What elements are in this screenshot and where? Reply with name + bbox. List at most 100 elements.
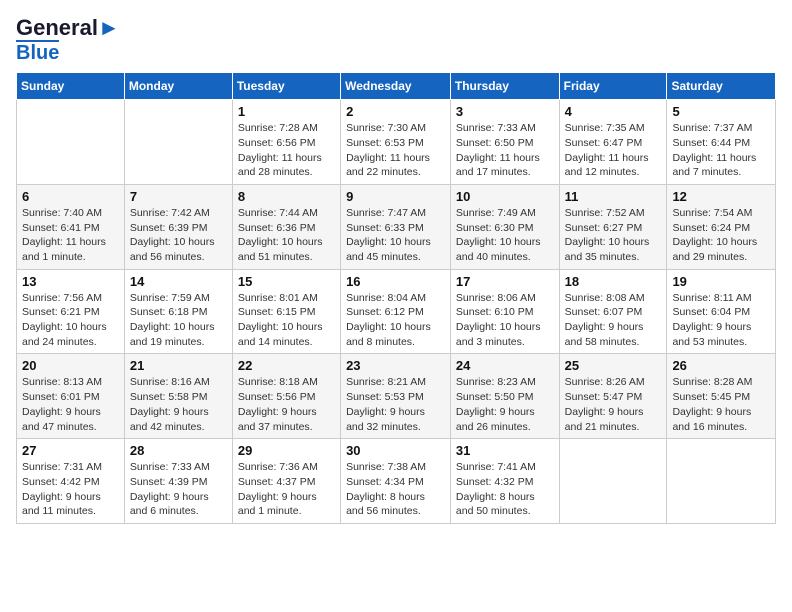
calendar-cell: 8 Sunrise: 7:44 AMSunset: 6:36 PMDaylight… — [232, 184, 340, 269]
day-info: Sunrise: 7:33 AMSunset: 6:50 PMDaylight:… — [456, 121, 554, 180]
day-info: Sunrise: 8:13 AMSunset: 6:01 PMDaylight:… — [22, 375, 119, 434]
day-number: 20 — [22, 358, 119, 373]
day-info: Sunrise: 7:36 AMSunset: 4:37 PMDaylight:… — [238, 460, 335, 519]
calendar-cell: 28 Sunrise: 7:33 AMSunset: 4:39 PMDayligh… — [124, 439, 232, 524]
calendar-cell: 30 Sunrise: 7:38 AMSunset: 4:34 PMDayligh… — [341, 439, 451, 524]
day-of-week-header: Sunday — [17, 73, 125, 100]
day-number: 11 — [565, 189, 662, 204]
day-info: Sunrise: 7:35 AMSunset: 6:47 PMDaylight:… — [565, 121, 662, 180]
day-number: 3 — [456, 104, 554, 119]
calendar-cell: 13 Sunrise: 7:56 AMSunset: 6:21 PMDayligh… — [17, 269, 125, 354]
calendar-cell: 9Sunrise: 7:47 AMSunset: 6:33 PMDaylight… — [341, 184, 451, 269]
calendar-cell: 24 Sunrise: 8:23 AMSunset: 5:50 PMDayligh… — [450, 354, 559, 439]
calendar-cell: 5 Sunrise: 7:37 AMSunset: 6:44 PMDaylight… — [667, 100, 776, 185]
calendar-cell: 15Sunrise: 8:01 AMSunset: 6:15 PMDayligh… — [232, 269, 340, 354]
day-number: 26 — [672, 358, 770, 373]
day-info: Sunrise: 7:59 AMSunset: 6:18 PMDaylight:… — [130, 291, 227, 350]
calendar-cell: 1 Sunrise: 7:28 AMSunset: 6:56 PMDaylight… — [232, 100, 340, 185]
day-number: 22 — [238, 358, 335, 373]
logo: General► Blue — [16, 16, 120, 64]
day-info: Sunrise: 7:28 AMSunset: 6:56 PMDaylight:… — [238, 121, 335, 180]
calendar-cell: 23 Sunrise: 8:21 AMSunset: 5:53 PMDayligh… — [341, 354, 451, 439]
day-info: Sunrise: 8:08 AMSunset: 6:07 PMDaylight:… — [565, 291, 662, 350]
day-number: 1 — [238, 104, 335, 119]
calendar-cell: 26 Sunrise: 8:28 AMSunset: 5:45 PMDayligh… — [667, 354, 776, 439]
day-number: 30 — [346, 443, 445, 458]
day-number: 5 — [672, 104, 770, 119]
day-number: 10 — [456, 189, 554, 204]
day-info: Sunrise: 8:11 AMSunset: 6:04 PMDaylight:… — [672, 291, 770, 350]
page-header: General► Blue — [16, 16, 776, 64]
calendar-cell: 10 Sunrise: 7:49 AMSunset: 6:30 PMDayligh… — [450, 184, 559, 269]
calendar-cell: 4 Sunrise: 7:35 AMSunset: 6:47 PMDaylight… — [559, 100, 667, 185]
day-number: 23 — [346, 358, 445, 373]
day-number: 31 — [456, 443, 554, 458]
day-number: 13 — [22, 274, 119, 289]
calendar-cell: 7 Sunrise: 7:42 AMSunset: 6:39 PMDaylight… — [124, 184, 232, 269]
day-info: Sunrise: 7:38 AMSunset: 4:34 PMDaylight:… — [346, 460, 445, 519]
calendar-cell: 11 Sunrise: 7:52 AMSunset: 6:27 PMDayligh… — [559, 184, 667, 269]
day-info: Sunrise: 7:33 AMSunset: 4:39 PMDaylight:… — [130, 460, 227, 519]
calendar-cell: 21Sunrise: 8:16 AMSunset: 5:58 PMDayligh… — [124, 354, 232, 439]
day-of-week-header: Friday — [559, 73, 667, 100]
day-number: 8 — [238, 189, 335, 204]
calendar-table: SundayMondayTuesdayWednesdayThursdayFrid… — [16, 72, 776, 524]
day-info: Sunrise: 7:44 AMSunset: 6:36 PMDaylight:… — [238, 206, 335, 265]
calendar-cell: 20 Sunrise: 8:13 AMSunset: 6:01 PMDayligh… — [17, 354, 125, 439]
day-of-week-header: Monday — [124, 73, 232, 100]
day-info: Sunrise: 7:54 AMSunset: 6:24 PMDaylight:… — [672, 206, 770, 265]
day-info: Sunrise: 8:04 AMSunset: 6:12 PMDaylight:… — [346, 291, 445, 350]
day-info: Sunrise: 7:30 AMSunset: 6:53 PMDaylight:… — [346, 121, 445, 180]
calendar-cell: 16 Sunrise: 8:04 AMSunset: 6:12 PMDayligh… — [341, 269, 451, 354]
day-number: 15 — [238, 274, 335, 289]
day-info: Sunrise: 7:41 AMSunset: 4:32 PMDaylight:… — [456, 460, 554, 519]
calendar-cell: 19 Sunrise: 8:11 AMSunset: 6:04 PMDayligh… — [667, 269, 776, 354]
day-info: Sunrise: 7:49 AMSunset: 6:30 PMDaylight:… — [456, 206, 554, 265]
day-number: 25 — [565, 358, 662, 373]
calendar-cell: 3 Sunrise: 7:33 AMSunset: 6:50 PMDaylight… — [450, 100, 559, 185]
day-number: 19 — [672, 274, 770, 289]
day-number: 29 — [238, 443, 335, 458]
day-number: 28 — [130, 443, 227, 458]
calendar-cell: 27 Sunrise: 7:31 AMSunset: 4:42 PMDayligh… — [17, 439, 125, 524]
day-of-week-header: Thursday — [450, 73, 559, 100]
day-number: 24 — [456, 358, 554, 373]
day-number: 16 — [346, 274, 445, 289]
day-number: 4 — [565, 104, 662, 119]
calendar-cell: 18 Sunrise: 8:08 AMSunset: 6:07 PMDayligh… — [559, 269, 667, 354]
day-info: Sunrise: 7:37 AMSunset: 6:44 PMDaylight:… — [672, 121, 770, 180]
logo-text-blue: Blue — [16, 40, 59, 64]
calendar-cell: 2 Sunrise: 7:30 AMSunset: 6:53 PMDaylight… — [341, 100, 451, 185]
day-info: Sunrise: 8:26 AMSunset: 5:47 PMDaylight:… — [565, 375, 662, 434]
calendar-cell: 17Sunrise: 8:06 AMSunset: 6:10 PMDayligh… — [450, 269, 559, 354]
day-info: Sunrise: 7:31 AMSunset: 4:42 PMDaylight:… — [22, 460, 119, 519]
calendar-cell: 12 Sunrise: 7:54 AMSunset: 6:24 PMDayligh… — [667, 184, 776, 269]
day-number: 6 — [22, 189, 119, 204]
logo-text: General► — [16, 16, 120, 40]
calendar-cell: 31 Sunrise: 7:41 AMSunset: 4:32 PMDayligh… — [450, 439, 559, 524]
calendar-cell — [559, 439, 667, 524]
day-number: 2 — [346, 104, 445, 119]
calendar-cell: 29 Sunrise: 7:36 AMSunset: 4:37 PMDayligh… — [232, 439, 340, 524]
day-number: 12 — [672, 189, 770, 204]
calendar-cell — [17, 100, 125, 185]
day-number: 18 — [565, 274, 662, 289]
calendar-cell — [667, 439, 776, 524]
calendar-cell: 25 Sunrise: 8:26 AMSunset: 5:47 PMDayligh… — [559, 354, 667, 439]
day-of-week-header: Tuesday — [232, 73, 340, 100]
day-info: Sunrise: 7:56 AMSunset: 6:21 PMDaylight:… — [22, 291, 119, 350]
day-info: Sunrise: 7:47 AMSunset: 6:33 PMDaylight:… — [346, 206, 445, 265]
day-info: Sunrise: 7:52 AMSunset: 6:27 PMDaylight:… — [565, 206, 662, 265]
day-number: 27 — [22, 443, 119, 458]
day-info: Sunrise: 8:28 AMSunset: 5:45 PMDaylight:… — [672, 375, 770, 434]
day-info: Sunrise: 8:18 AMSunset: 5:56 PMDaylight:… — [238, 375, 335, 434]
day-info: Sunrise: 7:40 AMSunset: 6:41 PMDaylight:… — [22, 206, 119, 265]
calendar-cell: 6 Sunrise: 7:40 AMSunset: 6:41 PMDaylight… — [17, 184, 125, 269]
day-number: 17 — [456, 274, 554, 289]
calendar-cell: 14Sunrise: 7:59 AMSunset: 6:18 PMDayligh… — [124, 269, 232, 354]
day-info: Sunrise: 8:23 AMSunset: 5:50 PMDaylight:… — [456, 375, 554, 434]
day-info: Sunrise: 8:21 AMSunset: 5:53 PMDaylight:… — [346, 375, 445, 434]
day-number: 7 — [130, 189, 227, 204]
day-info: Sunrise: 7:42 AMSunset: 6:39 PMDaylight:… — [130, 206, 227, 265]
day-of-week-header: Saturday — [667, 73, 776, 100]
